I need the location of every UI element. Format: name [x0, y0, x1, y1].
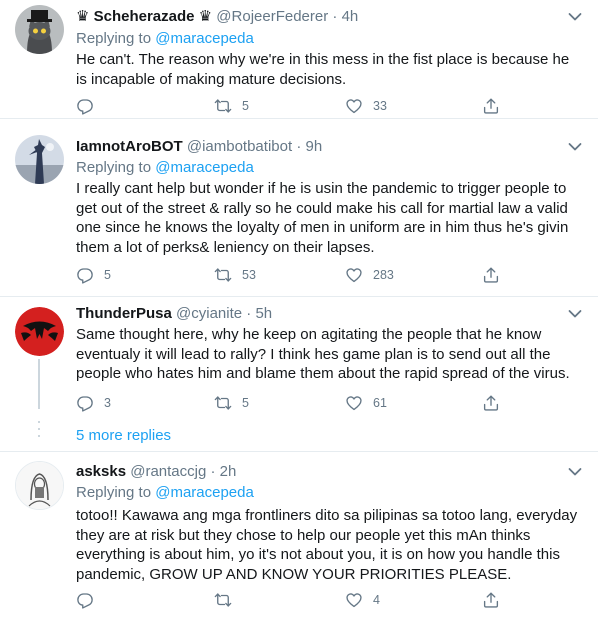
- replying-to: Replying to @maracepeda: [76, 158, 254, 178]
- retweet-button[interactable]: 53: [214, 265, 256, 285]
- share-button[interactable]: [482, 590, 500, 610]
- caret-down-icon[interactable]: [568, 12, 582, 22]
- thread-connector: [38, 359, 40, 409]
- sketch-avatar-image: [16, 462, 63, 509]
- tweet-3[interactable]: ThunderPusa @cyianite · 5h Same thought …: [0, 297, 598, 417]
- replying-prefix: Replying to: [76, 30, 152, 47]
- display-name[interactable]: asksks: [76, 463, 126, 480]
- retweet-icon: [214, 591, 232, 609]
- reply-button[interactable]: 5: [76, 265, 111, 285]
- tweet-text: Same thought here, why he keep on agitat…: [76, 326, 570, 382]
- retweet-button[interactable]: 5: [214, 96, 249, 116]
- timestamp[interactable]: 9h: [305, 138, 322, 155]
- like-button[interactable]: 283: [345, 265, 394, 285]
- cat-avatar-image: [15, 5, 64, 54]
- avatar[interactable]: [15, 461, 64, 510]
- share-button[interactable]: [482, 265, 500, 285]
- share-icon: [482, 394, 500, 412]
- like-icon: [345, 97, 363, 115]
- tweet-text: I really cant help but wonder if he is u…: [76, 180, 569, 256]
- timestamp[interactable]: 5h: [255, 305, 272, 322]
- tweet-header: ThunderPusa @cyianite · 5h: [76, 304, 272, 324]
- replying-to: Replying to @maracepeda: [76, 483, 254, 503]
- separator-dot: ·: [210, 463, 216, 480]
- like-icon: [345, 266, 363, 284]
- action-bar: 5 53 283: [76, 265, 506, 285]
- like-count: 61: [373, 396, 387, 410]
- retweet-button[interactable]: 5: [214, 393, 249, 413]
- avatar[interactable]: [15, 307, 64, 356]
- like-count: 283: [373, 268, 394, 282]
- timestamp[interactable]: 2h: [220, 463, 237, 480]
- like-button[interactable]: 33: [345, 96, 387, 116]
- handle[interactable]: @iambotbatibot: [187, 138, 292, 155]
- avatar[interactable]: [15, 135, 64, 184]
- retweet-icon: [214, 394, 232, 412]
- reply-button[interactable]: [76, 96, 104, 116]
- replying-prefix: Replying to: [76, 159, 152, 176]
- tweet-4[interactable]: asksks @rantaccjg · 2h Replying to @mara…: [0, 452, 598, 624]
- mention-link[interactable]: @maracepeda: [155, 484, 254, 501]
- like-count: 33: [373, 99, 387, 113]
- reply-count: 3: [104, 396, 111, 410]
- action-bar: 3 5 61: [76, 393, 506, 413]
- like-icon: [345, 394, 363, 412]
- tweet-2[interactable]: IamnotAroBOT @iambotbatibot · 9h Replyin…: [0, 119, 598, 296]
- like-button[interactable]: 61: [345, 393, 387, 413]
- share-icon: [482, 97, 500, 115]
- reply-button[interactable]: [76, 590, 104, 610]
- replying-to: Replying to @maracepeda: [76, 29, 254, 49]
- display-name[interactable]: ThunderPusa: [76, 305, 172, 322]
- reply-button[interactable]: 3: [76, 393, 111, 413]
- retweet-count: 53: [242, 268, 256, 282]
- separator-dot: ·: [296, 138, 302, 155]
- reply-icon: [76, 97, 94, 115]
- like-button[interactable]: 4: [345, 590, 380, 610]
- retweet-icon: [214, 266, 232, 284]
- action-bar: 5 33: [76, 96, 506, 116]
- tweet-header: asksks @rantaccjg · 2h: [76, 462, 236, 482]
- share-icon: [482, 266, 500, 284]
- share-button[interactable]: [482, 393, 500, 413]
- retweet-icon: [214, 97, 232, 115]
- caret-down-icon[interactable]: [568, 142, 582, 152]
- display-name[interactable]: ♛ Scheherazade ♛: [76, 8, 212, 25]
- like-icon: [345, 591, 363, 609]
- like-count: 4: [373, 593, 380, 607]
- handle[interactable]: @cyianite: [176, 305, 242, 322]
- more-replies-link[interactable]: 5 more replies: [76, 427, 171, 444]
- tweet-header: IamnotAroBOT @iambotbatibot · 9h: [76, 137, 322, 157]
- handle[interactable]: @RojeerFederer: [216, 8, 328, 25]
- handle[interactable]: @rantaccjg: [130, 463, 206, 480]
- timestamp[interactable]: 4h: [342, 8, 359, 25]
- retweet-button[interactable]: [214, 590, 242, 610]
- retweet-count: 5: [242, 396, 249, 410]
- reply-count: 5: [104, 268, 111, 282]
- separator-dot: ·: [332, 8, 338, 25]
- statue-avatar-image: [15, 135, 64, 184]
- share-icon: [482, 591, 500, 609]
- separator-dot: ·: [246, 305, 252, 322]
- reply-icon: [76, 591, 94, 609]
- caret-down-icon[interactable]: [568, 309, 582, 319]
- tweet-text: He can't. The reason why we're in this m…: [76, 51, 570, 88]
- tweet-text: totoo!! Kawawa ang mga frontliners dito …: [76, 507, 578, 583]
- retweet-count: 5: [242, 99, 249, 113]
- tweet-1[interactable]: ♛ Scheherazade ♛ @RojeerFederer · 4h Rep…: [0, 0, 598, 118]
- mention-link[interactable]: @maracepeda: [155, 30, 254, 47]
- replying-prefix: Replying to: [76, 484, 152, 501]
- share-button[interactable]: [482, 96, 500, 116]
- avatar[interactable]: [15, 5, 64, 54]
- reply-icon: [76, 394, 94, 412]
- tweet-header: ♛ Scheherazade ♛ @RojeerFederer · 4h: [76, 7, 358, 27]
- display-name[interactable]: IamnotAroBOT: [76, 138, 183, 155]
- caret-down-icon[interactable]: [568, 467, 582, 477]
- mention-link[interactable]: @maracepeda: [155, 159, 254, 176]
- reply-icon: [76, 266, 94, 284]
- action-bar: 4: [76, 590, 506, 610]
- thundercats-logo-avatar: [15, 307, 64, 356]
